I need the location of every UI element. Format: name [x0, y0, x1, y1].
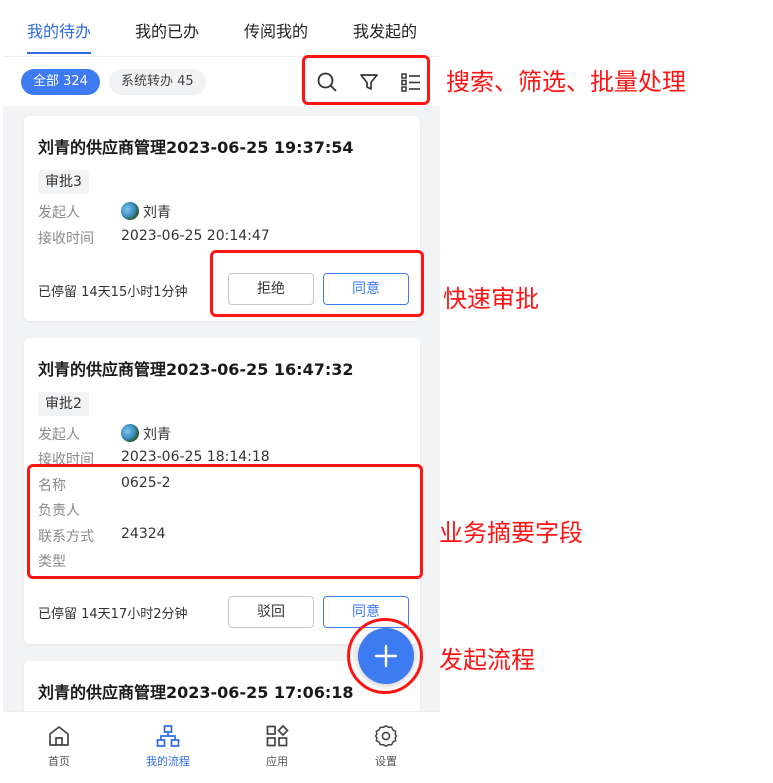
annotation-box-summary-fields	[27, 464, 423, 579]
active-tab-indicator	[27, 52, 91, 54]
annotation-text-summary-fields: 业务摘要字段	[439, 519, 583, 547]
return-button[interactable]: 驳回	[228, 596, 314, 628]
nav-item-apps[interactable]: 应用	[237, 712, 317, 783]
nav-item-my-flow[interactable]: 我的流程	[128, 712, 208, 783]
tab-my-done[interactable]: 我的已办	[135, 18, 199, 42]
tab-bar: 我的待办 我的已办 传阅我的 我发起的	[3, 0, 440, 56]
card-title: 刘青的供应商管理2023-06-25 17:06:18	[38, 683, 354, 702]
nav-label-apps: 应用	[266, 755, 288, 768]
flow-icon	[156, 725, 180, 747]
annotation-box-tools	[302, 55, 430, 105]
nav-label-settings: 设置	[375, 755, 397, 768]
apps-icon	[266, 724, 289, 747]
tab-my-initiated[interactable]: 我发起的	[353, 18, 417, 42]
annotation-box-quick-approve	[210, 250, 424, 317]
initiator-label: 发起人	[38, 427, 80, 443]
gear-icon	[374, 725, 398, 747]
nav-item-settings[interactable]: 设置	[346, 712, 426, 783]
stay-duration: 已停留 14天15小时1分钟	[38, 285, 188, 300]
card-title: 刘青的供应商管理2023-06-25 16:47:32	[38, 360, 354, 379]
annotation-text-quick-approve: 快速审批	[443, 285, 539, 313]
card-node-tag: 审批2	[38, 392, 89, 416]
filter-chip-all[interactable]: 全部 324	[21, 69, 100, 95]
nav-label-home: 首页	[48, 755, 70, 768]
tab-cc-me[interactable]: 传阅我的	[244, 18, 308, 42]
initiator-name: 刘青	[143, 427, 171, 443]
annotation-text-tools: 搜索、筛选、批量处理	[446, 68, 686, 96]
initiator-name: 刘青	[143, 205, 171, 221]
received-time-label: 接收时间	[38, 231, 94, 247]
initiator-value: 刘青	[121, 202, 171, 222]
tab-my-todo[interactable]: 我的待办	[27, 18, 91, 42]
stay-duration: 已停留 14天17小时2分钟	[38, 607, 188, 622]
annotation-circle-start-flow	[347, 618, 423, 694]
avatar	[121, 202, 139, 220]
received-time-value: 2023-06-25 18:14:18	[121, 449, 270, 465]
initiator-label: 发起人	[38, 205, 80, 221]
avatar	[121, 424, 139, 442]
filter-chip-system-transfer[interactable]: 系统转办 45	[109, 69, 206, 95]
home-icon	[49, 726, 69, 746]
bottom-nav: 首页 我的流程 应用 设置	[3, 711, 440, 783]
initiator-value: 刘青	[121, 424, 171, 444]
card-title: 刘青的供应商管理2023-06-25 19:37:54	[38, 138, 354, 157]
received-time-value: 2023-06-25 20:14:47	[121, 228, 270, 244]
annotation-text-start-flow: 发起流程	[439, 646, 535, 674]
nav-item-home[interactable]: 首页	[19, 712, 99, 783]
nav-label-my-flow: 我的流程	[146, 755, 190, 768]
card-node-tag: 审批3	[38, 170, 89, 194]
